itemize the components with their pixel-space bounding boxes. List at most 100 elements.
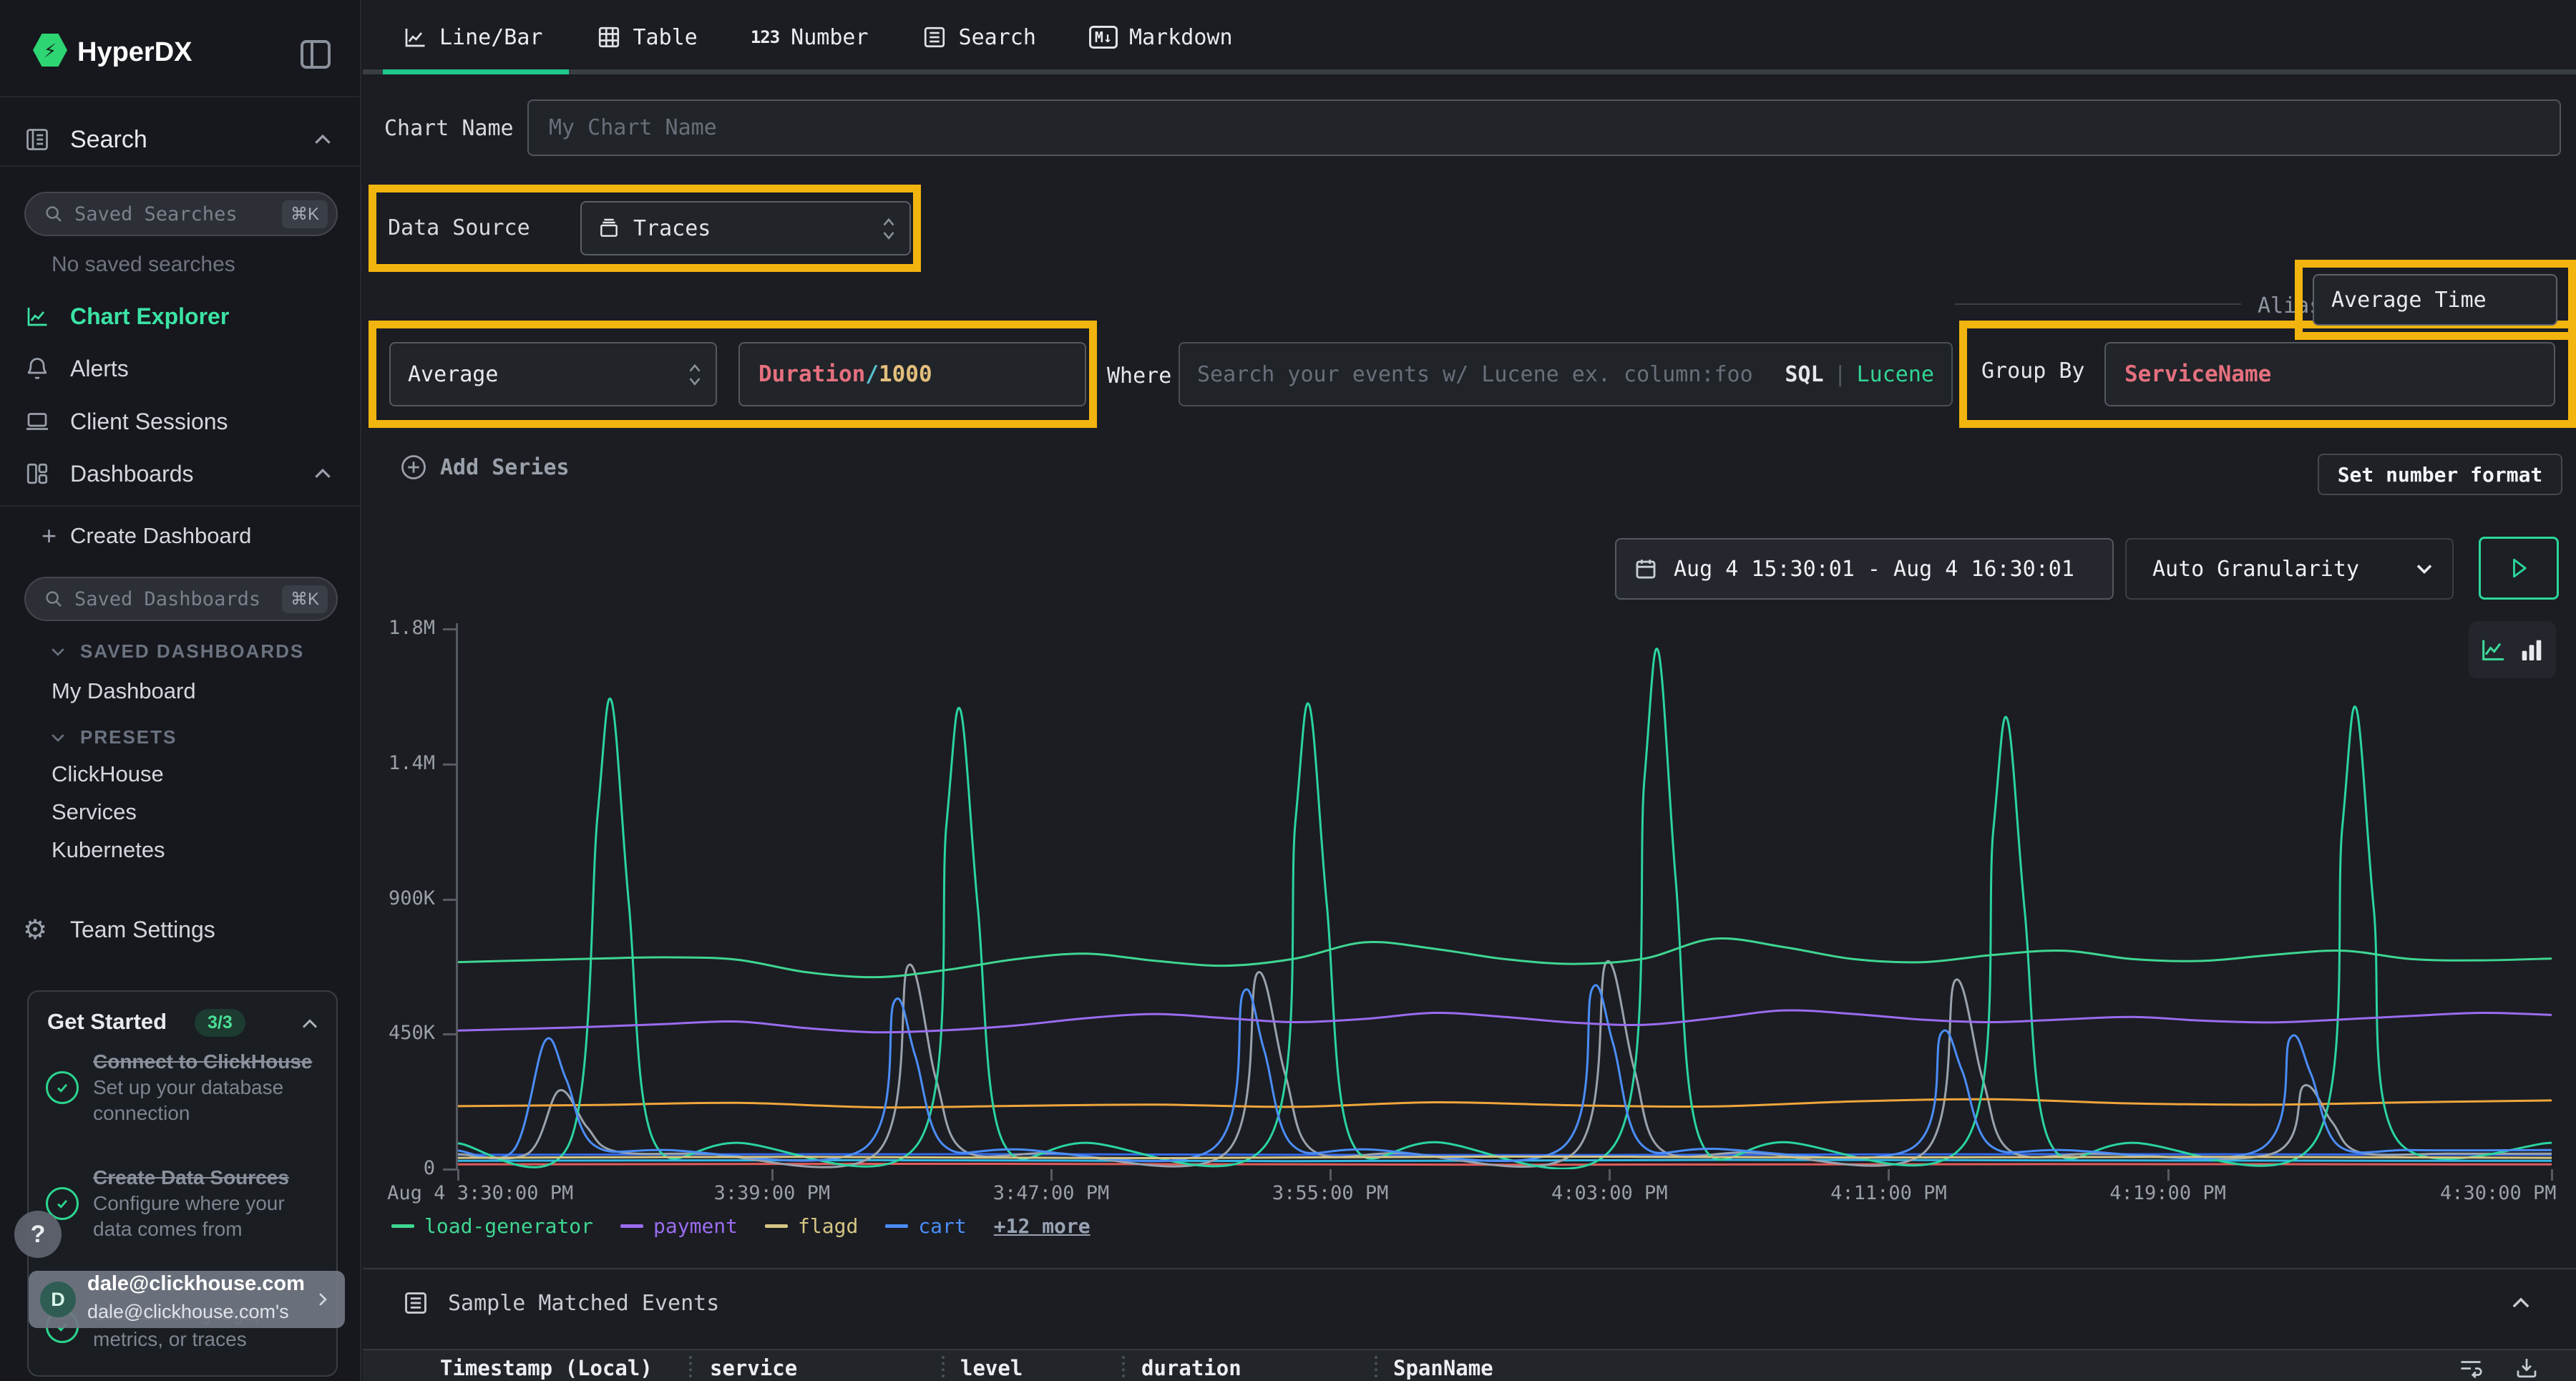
sidebar-item-label: Client Sessions	[70, 409, 228, 435]
data-source-select[interactable]: Traces	[580, 201, 911, 255]
column-separator[interactable]	[1375, 1356, 1377, 1377]
x-axis-label: 3:47:00 PM	[993, 1182, 1110, 1204]
sql-toggle[interactable]: SQL	[1785, 362, 1823, 387]
saved-searches-input[interactable]: Saved Searches ⌘K	[24, 192, 338, 236]
x-axis-tick	[1888, 1169, 1890, 1181]
updown-chevrons-icon	[686, 360, 704, 389]
y-axis-label: 0	[349, 1157, 435, 1179]
list-icon	[402, 1289, 429, 1317]
saved-dashboards-placeholder: Saved Dashboards	[74, 588, 282, 610]
events-table-header: Timestamp (Local) service level duration…	[363, 1349, 2576, 1381]
legend-swatch	[620, 1224, 643, 1228]
saved-searches-placeholder: Saved Searches	[74, 203, 282, 225]
legend-swatch	[885, 1224, 908, 1228]
step-title: Create Data Sources	[93, 1166, 289, 1189]
create-dashboard-button[interactable]: + Create Dashboard	[0, 515, 360, 557]
chevron-up-icon[interactable]	[311, 462, 334, 485]
legend-more-link[interactable]: +12 more	[994, 1214, 1091, 1238]
saved-dashboards-input[interactable]: Saved Dashboards ⌘K	[24, 577, 338, 621]
granularity-select[interactable]: Auto Granularity	[2125, 538, 2454, 600]
column-separator[interactable]	[942, 1356, 945, 1377]
check-circle-icon	[46, 1071, 79, 1104]
y-axis-tick	[443, 899, 458, 901]
date-range-input[interactable]	[1658, 557, 2112, 582]
sidebar-item-label: Alerts	[70, 356, 129, 382]
sidebar-item-dashboards[interactable]: Dashboards	[0, 453, 360, 494]
run-query-button[interactable]	[2479, 537, 2559, 600]
x-axis-tick	[771, 1169, 774, 1181]
sidebar: ⚡ HyperDX Search Saved Searches ⌘K No sa…	[0, 0, 361, 1381]
get-started-item[interactable]: Create Data Sources Configure where your…	[46, 1165, 323, 1242]
chevron-up-icon[interactable]	[299, 1013, 321, 1035]
column-separator[interactable]	[1122, 1356, 1125, 1377]
presets-heading[interactable]: PRESETS	[49, 726, 177, 748]
aggregation-highlight-box: Average Duration/1000	[369, 321, 1097, 428]
lucene-toggle[interactable]: Lucene	[1857, 362, 1934, 387]
tab-search[interactable]: Search	[922, 24, 1036, 50]
legend-item[interactable]: load-generator	[391, 1214, 593, 1238]
set-number-format-button[interactable]: Set number format	[2318, 454, 2562, 495]
tab-markdown[interactable]: M↓ Markdown	[1089, 25, 1233, 50]
tab-line-bar[interactable]: Line/Bar	[402, 24, 543, 50]
create-dashboard-label: Create Dashboard	[70, 523, 251, 549]
x-axis-label: 4:03:00 PM	[1551, 1182, 1668, 1204]
plus-icon: +	[42, 521, 57, 551]
sidebar-item-my-dashboard[interactable]: My Dashboard	[52, 678, 196, 704]
x-axis-label: Aug 4 3:30:00 PM	[387, 1182, 573, 1204]
sidebar-collapse-icon[interactable]	[298, 37, 333, 69]
alias-input[interactable]	[2313, 274, 2557, 326]
saved-dashboards-heading[interactable]: SAVED DASHBOARDS	[49, 640, 304, 663]
data-source-value: Traces	[633, 216, 711, 241]
sidebar-item-services[interactable]: Services	[52, 799, 137, 825]
user-account-chip[interactable]: D dale@clickhouse.com dale@clickhouse.co…	[29, 1271, 345, 1328]
where-label: Where	[1107, 363, 1171, 389]
aggregation-select[interactable]: Average	[389, 342, 717, 406]
legend-item[interactable]: payment	[620, 1214, 738, 1238]
line-chart-icon	[24, 303, 50, 329]
legend-item[interactable]: cart	[885, 1214, 966, 1238]
get-started-item[interactable]: Connect to ClickHouse Set up your databa…	[46, 1049, 323, 1126]
sidebar-item-alerts[interactable]: Alerts	[0, 348, 360, 389]
sidebar-item-client-sessions[interactable]: Client Sessions	[0, 401, 360, 442]
where-input[interactable]	[1180, 362, 1785, 387]
timeseries-chart[interactable]: 0450K900K1.4M1.8MAug 4 3:30:00 PM3:39:00…	[458, 629, 2552, 1169]
date-range-picker[interactable]	[1615, 538, 2114, 600]
collapse-panel-icon[interactable]	[2509, 1291, 2533, 1315]
tab-table[interactable]: Table	[596, 24, 698, 50]
download-icon[interactable]	[2514, 1355, 2540, 1380]
table-icon	[596, 24, 622, 50]
calendar-icon	[1634, 557, 1658, 581]
laptop-icon	[24, 409, 50, 434]
chart-type-tabbar: Line/Bar Table 123 Number Search M↓ Mark…	[363, 0, 2576, 74]
shortcut-badge: ⌘K	[282, 585, 328, 613]
wrap-lines-icon[interactable]	[2458, 1355, 2484, 1380]
sidebar-item-clickhouse[interactable]: ClickHouse	[52, 761, 164, 787]
plus-circle-icon	[400, 454, 427, 481]
search-icon	[43, 588, 64, 610]
column-header-timestamp: Timestamp (Local)	[440, 1356, 653, 1380]
chevron-up-icon[interactable]	[311, 128, 334, 151]
add-series-button[interactable]: Add Series	[400, 454, 570, 481]
field-expression-input[interactable]: Duration/1000	[738, 342, 1086, 406]
x-axis-label: 4:19:00 PM	[2109, 1182, 2226, 1204]
column-separator[interactable]	[689, 1356, 692, 1377]
lightning-icon: ⚡	[44, 38, 57, 63]
legend-item[interactable]: flagd	[765, 1214, 858, 1238]
x-axis-tick	[1609, 1169, 1611, 1181]
user-team: dale@clickhouse.com's	[87, 1301, 289, 1322]
help-button[interactable]: ?	[14, 1211, 62, 1258]
expr-token: /	[865, 361, 879, 387]
expr-token: 1000	[879, 361, 932, 387]
tab-label: Number	[791, 25, 868, 50]
chart-name-input[interactable]	[527, 99, 2561, 156]
sidebar-item-chart-explorer[interactable]: Chart Explorer	[0, 296, 360, 337]
divider	[0, 165, 360, 167]
series-unnamed-teal-spikes	[458, 649, 2552, 1169]
tab-number[interactable]: 123 Number	[751, 25, 869, 50]
sidebar-item-search[interactable]: Search	[0, 119, 360, 160]
x-axis-label: 3:39:00 PM	[714, 1182, 831, 1204]
sidebar-item-team-settings[interactable]: ⚙ Team Settings	[0, 909, 360, 950]
gear-icon: ⚙	[23, 914, 47, 945]
group-by-input[interactable]: ServiceName	[2104, 342, 2555, 406]
sidebar-item-kubernetes[interactable]: Kubernetes	[52, 837, 165, 863]
